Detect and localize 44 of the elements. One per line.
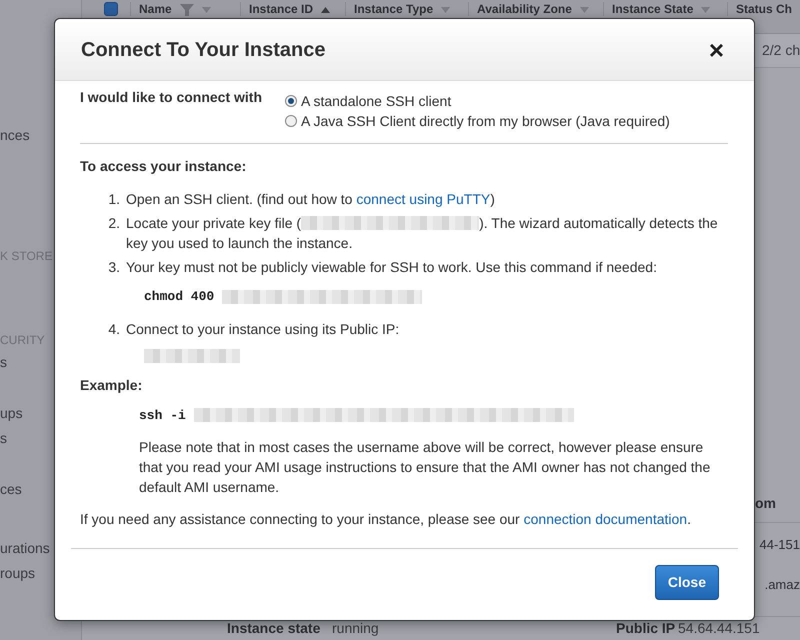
column-label: Availability Zone [477,2,572,16]
field-value: 54.64.44.151 [678,619,761,638]
column-header[interactable]: Instance Type [345,2,468,16]
field-label: I would like to connect with [80,88,264,107]
select-all-checkbox[interactable] [104,2,118,16]
column-label: Instance ID [249,2,314,16]
radio-button[interactable] [285,95,297,107]
column-label: Instance State [612,2,694,16]
field-label: Instance state [227,619,322,638]
column-label: Instance Type [354,2,434,16]
column-header[interactable]: Name [130,2,240,16]
help-link[interactable]: connection documentation [524,511,688,527]
table-cell-text: 2/2 ch [762,41,800,60]
help-link[interactable]: connect using PuTTY [356,191,490,207]
column-header[interactable]: Availability Zone [468,2,603,16]
field-label: Public IP [616,619,676,638]
command-text: chmod 400 [144,288,214,306]
detail-value: 44-151 [760,536,800,554]
section-heading: To access your instance: [80,157,248,176]
command-text: ssh -i [139,406,186,424]
close-button[interactable]: × [704,36,728,62]
dialog-title: Connect To Your Instance [81,38,326,62]
step-number: 1. [107,190,120,209]
instruction-step: Your key must not be publicly viewable for SSH to work. Use this command if needed: [126,257,657,277]
step-number: 3. [107,258,120,277]
step-number: 4. [107,320,120,338]
detail-value: .amaz [764,576,800,594]
instruction-step: Connect to your instance using its Public IP: [126,318,400,338]
instruction-step: Locate your private key file ( ). The wizard automatically detects the key you used to launch the instance. [126,213,728,253]
column-label: Name [139,2,172,16]
note-text: Please note that in most cases the username above will be correct, however please ensure that you read your AMI usage instructions to ensure that the AMI owner has not changed the default AMI username. [139,438,712,497]
column-header[interactable]: Instance State [603,2,727,16]
help-text: If you need any assistance connecting to your instance, please see our connection documentation. [80,510,692,529]
radio-button[interactable] [285,115,297,127]
radio-option[interactable]: A Java SSH Client directly from my browser (Java required) [285,111,670,131]
section-heading: Example: [80,376,144,395]
radio-option[interactable]: A standalone SSH client [285,91,670,111]
filter-icon[interactable] [180,2,194,16]
close-button[interactable]: Close [654,565,719,600]
column-header[interactable]: Instance ID [240,2,345,16]
step-number: 2. [107,214,120,233]
instruction-step: Open an SSH client. (find out how to connect using PuTTY) [126,189,495,209]
field-value: running [332,619,380,638]
detail-heading: om [755,494,777,513]
